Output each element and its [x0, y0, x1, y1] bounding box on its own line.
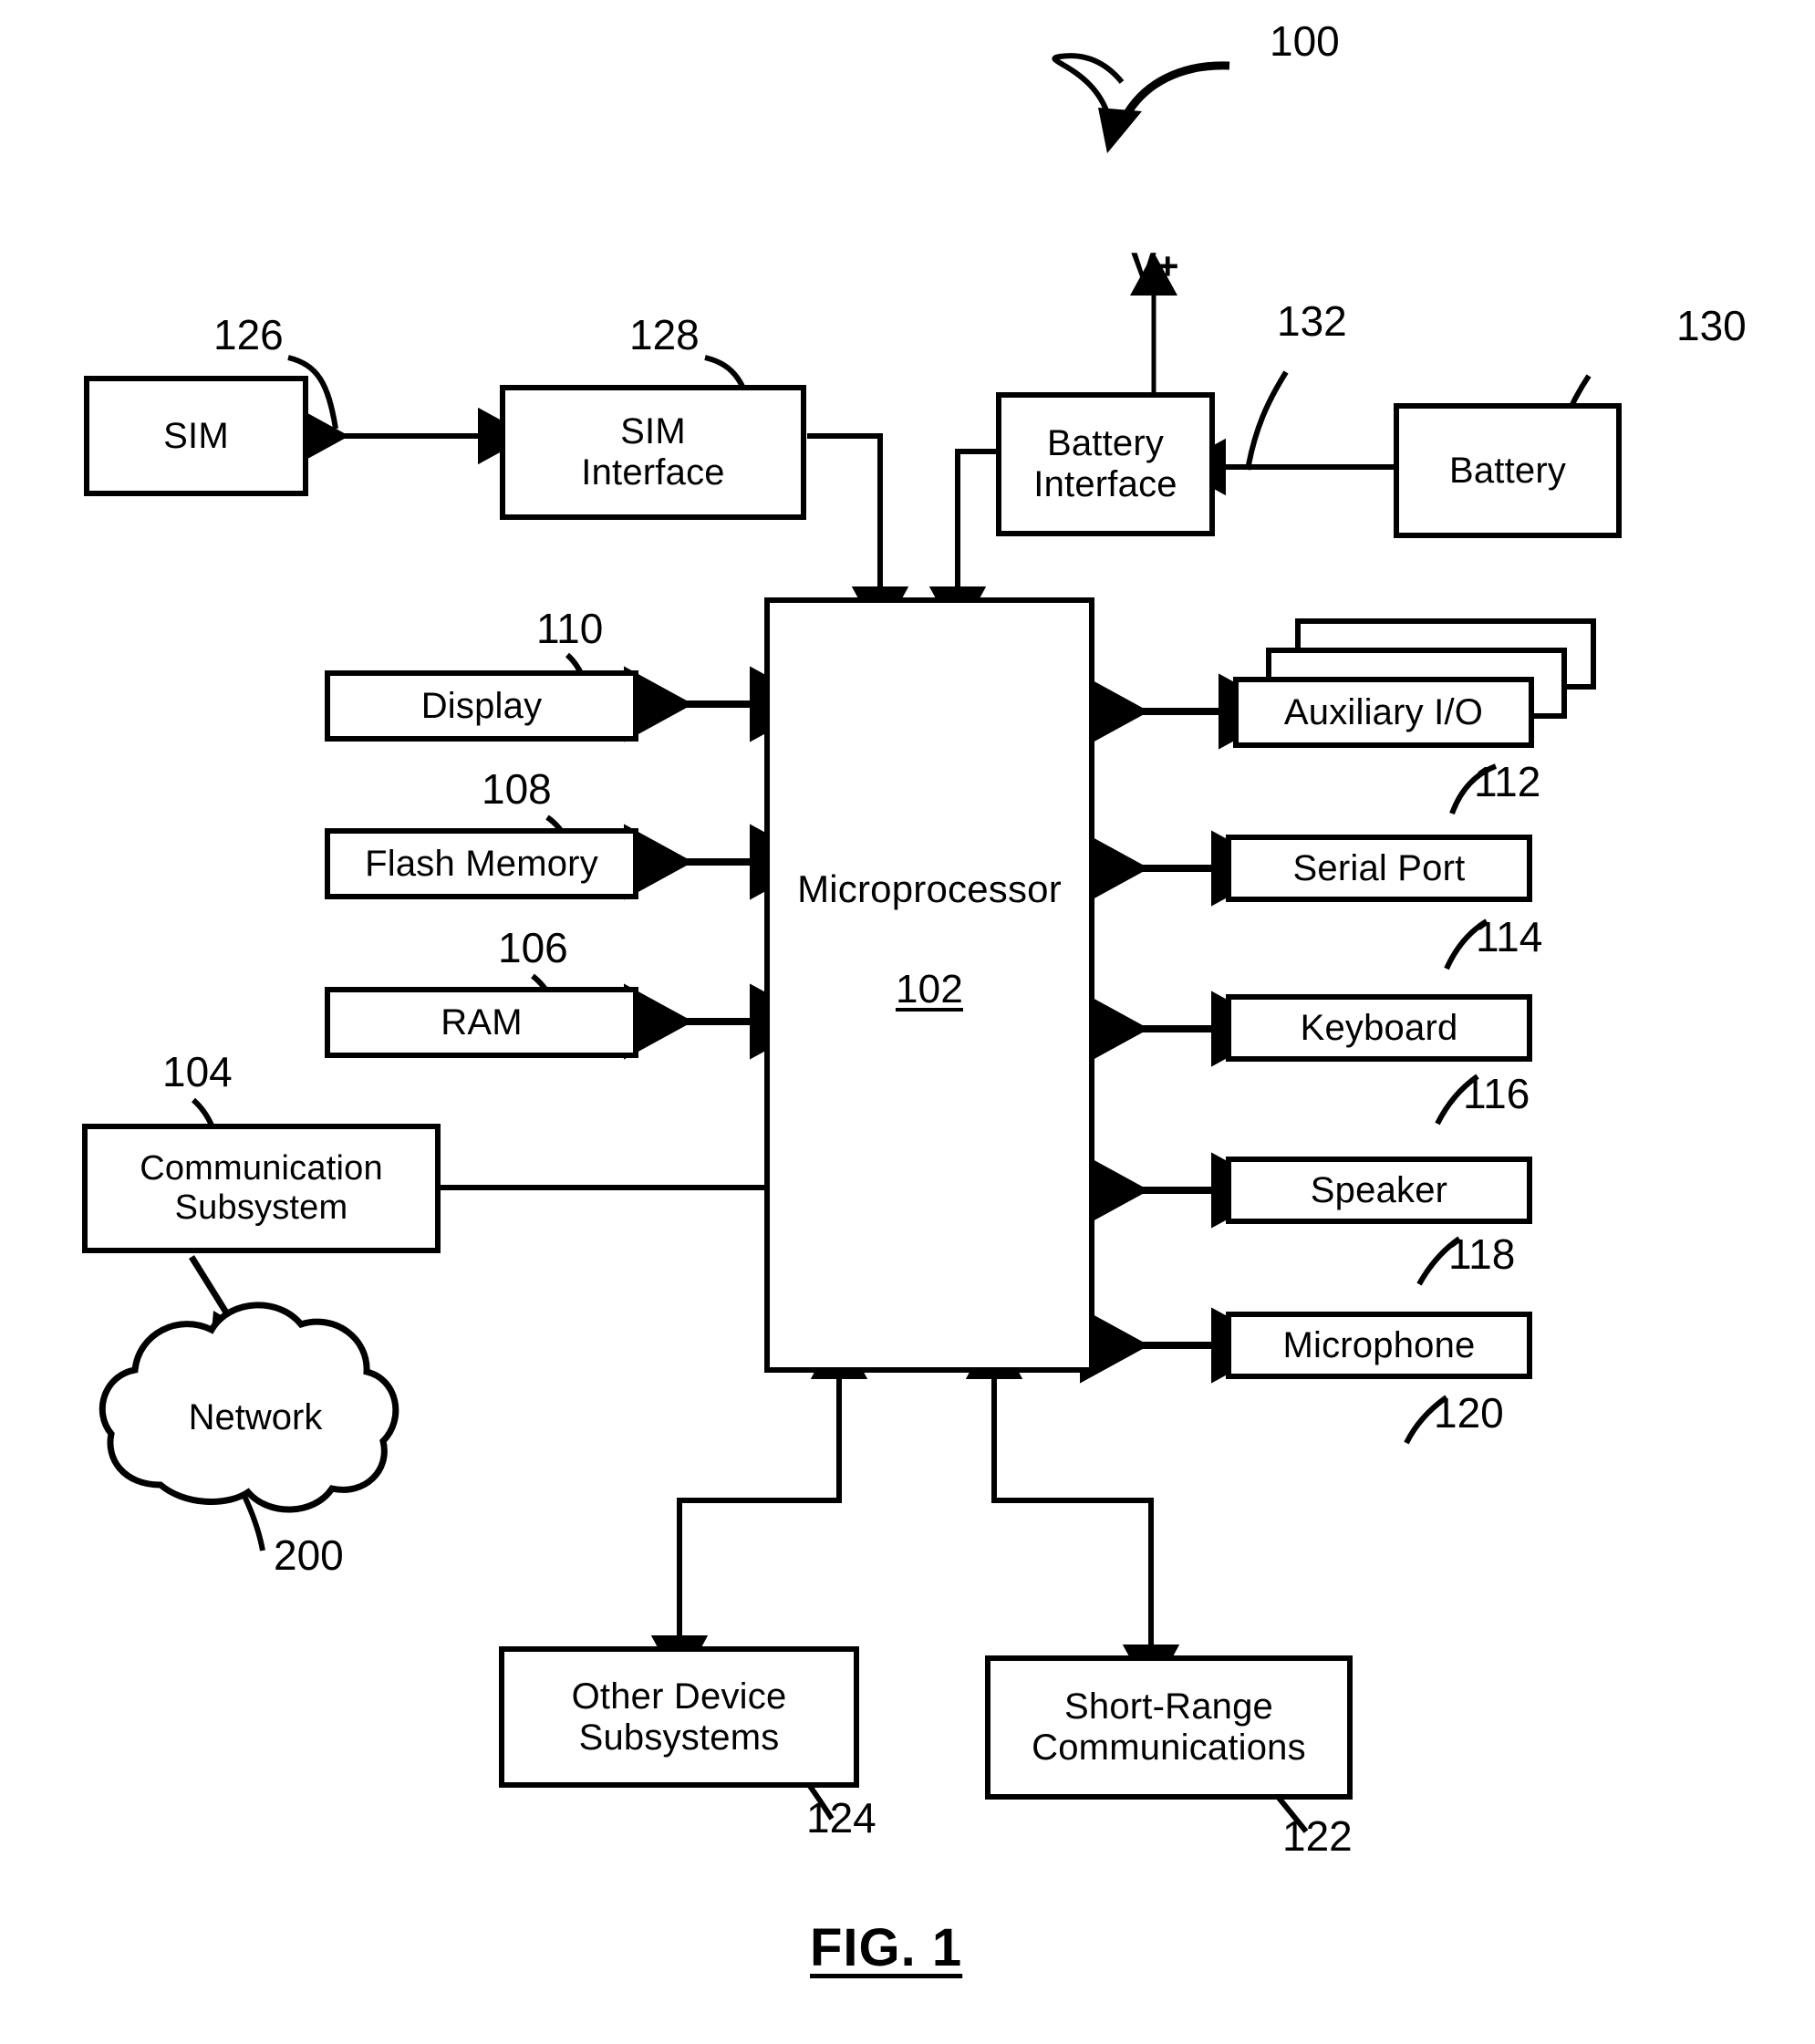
ref-106: 106	[498, 924, 568, 971]
connector-microprocessor-to-other-device-subsystems	[650, 1327, 868, 1687]
patent-figure-1: SIM Interface --> Battery Interface --> …	[0, 0, 1815, 2044]
ref-122: 122	[1282, 1812, 1353, 1860]
ref-110: 110	[536, 605, 604, 652]
block-speaker-label: Speaker	[1310, 1169, 1448, 1210]
figure-caption: FIG. 1	[810, 1918, 963, 1977]
block-microprocessor-ref: 102	[895, 967, 963, 1012]
connector-battery-interface-to-microprocessor	[928, 449, 996, 638]
block-microphone-label: Microphone	[1282, 1324, 1476, 1365]
block-serial-port[interactable]: Serial Port	[1226, 835, 1532, 902]
block-sim-interface-label: SIM Interface	[581, 411, 725, 493]
connector-microprocessor-to-short-range-communications	[965, 1327, 1180, 1696]
block-ram-label: RAM	[441, 1001, 523, 1043]
block-speaker[interactable]: Speaker	[1226, 1157, 1532, 1224]
block-ram[interactable]: RAM	[325, 987, 638, 1058]
ref-126: 126	[213, 311, 284, 358]
block-battery[interactable]: Battery	[1394, 403, 1622, 538]
block-display[interactable]: Display	[325, 670, 638, 742]
ref-128: 128	[629, 311, 700, 358]
ref-200: 200	[274, 1531, 344, 1579]
block-flash-memory[interactable]: Flash Memory	[325, 828, 638, 899]
block-battery-label: Battery	[1448, 450, 1567, 491]
ref-108: 108	[482, 765, 552, 813]
block-microprocessor[interactable]: Microprocessor 102	[764, 597, 1094, 1373]
ref-130: 130	[1676, 302, 1747, 349]
ref-114: 114	[1476, 913, 1543, 960]
ref-104: 104	[162, 1048, 233, 1095]
block-sim[interactable]: SIM	[84, 376, 308, 496]
block-auxiliary-io[interactable]: Auxiliary I/O	[1233, 677, 1534, 748]
ref-118: 118	[1448, 1230, 1516, 1278]
block-battery-interface[interactable]: Battery Interface	[996, 392, 1215, 536]
block-other-device-subsystems-label: Other Device Subsystems	[571, 1676, 787, 1758]
block-communication-subsystem-label: Communication Subsystem	[140, 1149, 383, 1227]
block-auxiliary-io-label: Auxiliary I/O	[1283, 691, 1484, 732]
block-keyboard-label: Keyboard	[1300, 1007, 1458, 1048]
ref-120: 120	[1434, 1389, 1504, 1437]
block-flash-memory-label: Flash Memory	[365, 843, 598, 884]
block-keyboard[interactable]: Keyboard	[1226, 994, 1532, 1062]
block-sim-label: SIM	[163, 415, 229, 456]
block-short-range-communications-label: Short-Range Communications	[1032, 1686, 1306, 1768]
ref-116: 116	[1463, 1070, 1530, 1117]
block-microphone[interactable]: Microphone	[1226, 1312, 1532, 1379]
block-other-device-subsystems[interactable]: Other Device Subsystems	[499, 1646, 859, 1788]
ref-112: 112	[1474, 758, 1541, 805]
ref-100: 100	[1270, 17, 1340, 65]
block-display-label: Display	[420, 685, 543, 726]
block-battery-interface-label: Battery Interface	[1033, 423, 1177, 504]
block-short-range-communications[interactable]: Short-Range Communications	[985, 1655, 1353, 1800]
block-microprocessor-label: Microprocessor	[797, 867, 1062, 910]
block-serial-port-label: Serial Port	[1292, 847, 1466, 888]
ref-132: 132	[1277, 297, 1347, 345]
block-network-label: Network	[188, 1396, 323, 1437]
block-sim-interface[interactable]: SIM Interface	[500, 385, 806, 520]
label-v-plus: V+	[1131, 244, 1179, 287]
block-network[interactable]: Network	[137, 1390, 374, 1445]
ref-124: 124	[806, 1794, 876, 1842]
block-communication-subsystem[interactable]: Communication Subsystem	[82, 1124, 441, 1253]
